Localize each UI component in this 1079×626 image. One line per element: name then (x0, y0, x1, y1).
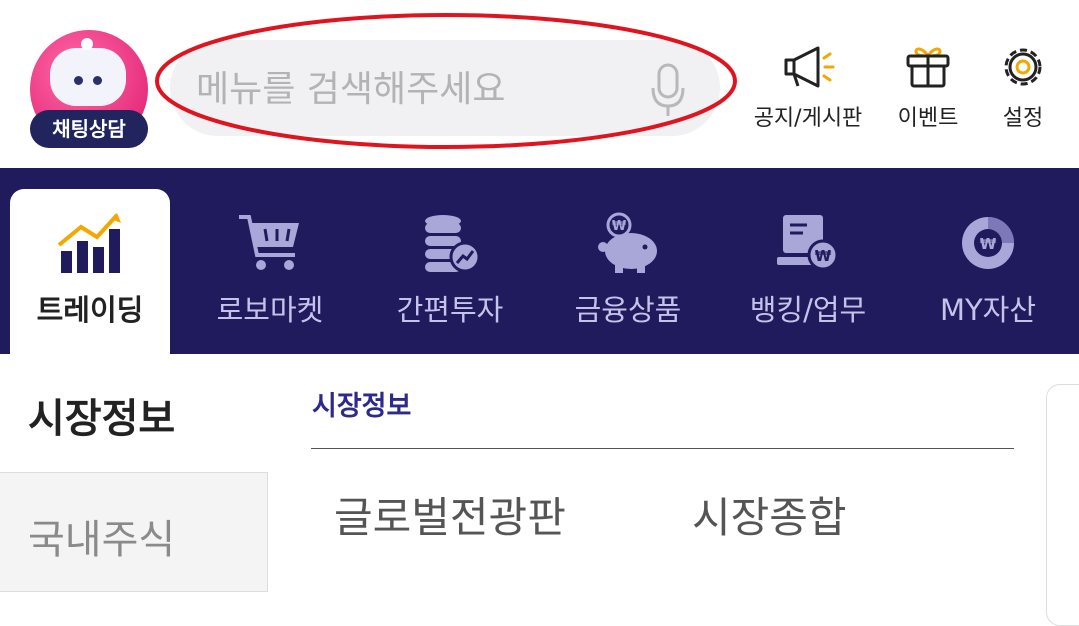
sidebar-item-label: 국내주식 (28, 517, 176, 563)
gear-icon (1004, 48, 1042, 86)
notice-board-button[interactable]: 공지/게시판 (748, 42, 868, 132)
megaphone-icon (784, 46, 835, 88)
section-divider (311, 448, 1014, 449)
tab-my-assets-label: MY자산 (939, 293, 1037, 327)
tab-banking-label: 뱅킹/업무 (749, 293, 867, 327)
events-label: 이벤트 (897, 106, 959, 131)
gift-icon (906, 47, 950, 88)
section-title: 시장정보 (312, 391, 412, 422)
piggy-bank-icon: ₩ (598, 212, 657, 273)
banking-terminal-icon: ₩ (777, 215, 839, 271)
sidebar-title: 시장정보 (28, 396, 176, 442)
right-side-panel (1046, 384, 1079, 626)
app-header: 채팅상담 공지/게시판 이벤트 (0, 0, 1079, 168)
events-button[interactable]: 이벤트 (888, 42, 968, 132)
robot-eye (74, 76, 83, 85)
trading-chart-icon (57, 213, 121, 273)
menu-link-global-board[interactable]: 글로벌전광판 (334, 484, 566, 545)
microphone-icon[interactable] (648, 62, 688, 118)
search-input[interactable] (194, 62, 638, 116)
chatbot-label: 채팅상담 (30, 110, 148, 148)
tab-trading-label: 트레이딩 (36, 293, 144, 327)
coins-stack-icon (425, 215, 481, 273)
chatbot-button[interactable]: 채팅상담 (28, 30, 150, 152)
svg-text:₩: ₩ (815, 247, 832, 265)
svg-text:₩: ₩ (980, 235, 997, 253)
tab-financial-products-label: 금융상품 (574, 293, 682, 327)
sidebar-item-domestic-stocks[interactable]: 국내주식 (0, 472, 268, 592)
tab-robo-market-label: 로보마켓 (216, 293, 324, 327)
robot-eye (93, 76, 102, 85)
robot-icon (50, 48, 126, 106)
tab-easy-invest[interactable]: 간편투자 (370, 189, 530, 354)
tab-robo-market[interactable]: 로보마켓 (190, 189, 350, 354)
tab-banking[interactable]: ₩ 뱅킹/업무 (728, 189, 888, 354)
tab-financial-products[interactable]: ₩ 금융상품 (548, 189, 708, 354)
tab-trading[interactable]: 트레이딩 (10, 189, 170, 354)
asset-donut-icon: ₩ (962, 217, 1014, 269)
search-bar[interactable] (170, 40, 720, 136)
tab-my-assets[interactable]: ₩ MY자산 (908, 189, 1068, 354)
cart-icon (239, 215, 299, 270)
tab-easy-invest-label: 간편투자 (396, 293, 504, 327)
settings-label: 설정 (1002, 106, 1044, 131)
main-nav: 트레이딩 로보마켓 간편투자 ₩ 금융상품 ₩ 뱅킹/업무 ₩ MY자산 (0, 168, 1079, 354)
robot-antenna (81, 38, 93, 50)
svg-text:₩: ₩ (612, 219, 627, 234)
settings-button[interactable]: 설정 (990, 42, 1056, 132)
menu-link-market-overview[interactable]: 시장종합 (692, 484, 847, 545)
notice-board-label: 공지/게시판 (753, 106, 863, 131)
